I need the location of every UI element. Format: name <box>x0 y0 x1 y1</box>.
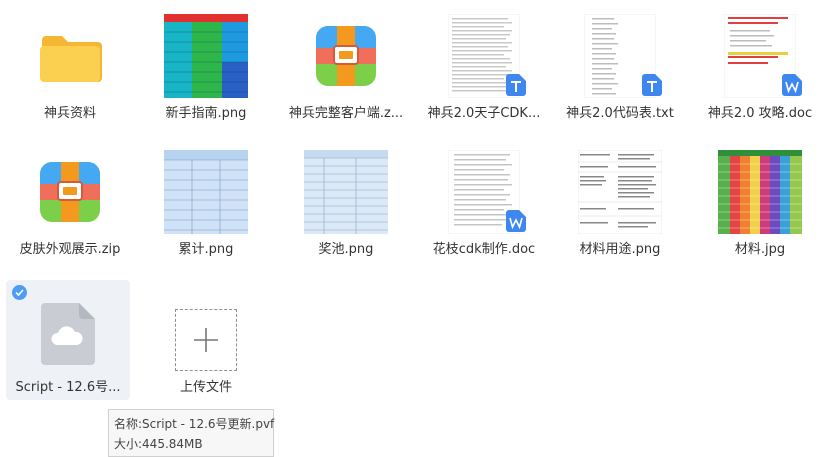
archive-icon <box>304 14 388 98</box>
file-name: 材料.jpg <box>734 242 786 257</box>
text-file-badge-icon <box>642 74 662 100</box>
file-name: 神兵2.0 攻略.doc <box>707 106 813 121</box>
file-name: 奖池.png <box>318 242 374 257</box>
file-name: 花枝cdk制作.doc <box>432 242 536 257</box>
text-thumbnail-icon <box>584 14 662 98</box>
checkmark-icon[interactable] <box>12 285 27 300</box>
text-file-badge-icon <box>506 74 526 100</box>
file-tile-doc[interactable]: 神兵2.0 攻略.doc <box>698 0 822 122</box>
upload-button[interactable] <box>164 298 248 382</box>
file-name: 累计.png <box>178 242 234 257</box>
file-tile-image[interactable]: 奖池.png <box>284 136 408 258</box>
file-name: 皮肤外观展示.zip <box>19 242 121 257</box>
upload-label: 上传文件 <box>179 380 232 395</box>
file-info-tooltip: 名称:Script - 12.6号更新.pvf 大小:445.84MB <box>108 409 274 457</box>
file-tile-image[interactable]: 材料用途.png <box>558 136 682 258</box>
file-name: 新手指南.png <box>165 106 247 121</box>
cloud-file-icon <box>26 292 110 376</box>
text-image-thumbnail-icon <box>578 150 662 234</box>
file-tile-doc[interactable]: 花枝cdk制作.doc <box>422 136 546 258</box>
file-tile-image[interactable]: 累计.png <box>144 136 268 258</box>
upload-file-tile[interactable]: 上传文件 <box>144 280 268 402</box>
doc-thumbnail-icon <box>724 14 802 98</box>
file-tile-cloud-selected[interactable]: Script - 12.6号... <box>6 280 130 400</box>
file-tile-text[interactable]: 神兵2.0代码表.txt <box>558 0 682 122</box>
file-tile-text[interactable]: 神兵2.0天子CDK... <box>422 0 546 122</box>
colorful-table-thumbnail-icon <box>718 150 802 234</box>
file-name: Script - 12.6号... <box>15 380 121 395</box>
file-tile-archive[interactable]: 神兵完整客户端.z... <box>284 0 408 122</box>
file-name: 材料用途.png <box>579 242 661 257</box>
file-tile-image[interactable]: 新手指南.png <box>144 0 268 122</box>
tooltip-name: 名称:Script - 12.6号更新.pvf <box>114 417 275 431</box>
archive-icon <box>28 150 112 234</box>
image-thumbnail-icon <box>164 14 248 98</box>
table-thumbnail-icon <box>164 150 248 234</box>
file-tile-image[interactable]: 材料.jpg <box>698 136 822 258</box>
tooltip-size: 大小:445.84MB <box>114 437 203 451</box>
folder-icon <box>28 14 112 98</box>
plus-icon <box>175 309 237 371</box>
word-doc-badge-icon <box>506 210 526 236</box>
file-name: 神兵资料 <box>43 106 96 121</box>
file-grid: 神兵资料 新手指南.png 神兵完整客户端.z... 神兵2.0天子CDK...… <box>0 0 824 455</box>
text-thumbnail-icon <box>448 14 526 98</box>
word-doc-badge-icon <box>782 74 802 100</box>
file-tile-archive[interactable]: 皮肤外观展示.zip <box>8 136 132 258</box>
file-name: 神兵2.0天子CDK... <box>427 106 541 121</box>
file-tile-folder[interactable]: 神兵资料 <box>8 0 132 122</box>
file-name: 神兵完整客户端.z... <box>288 106 404 121</box>
table-thumbnail-icon <box>304 150 388 234</box>
doc-thumbnail-icon <box>448 150 526 234</box>
file-name: 神兵2.0代码表.txt <box>566 106 674 121</box>
